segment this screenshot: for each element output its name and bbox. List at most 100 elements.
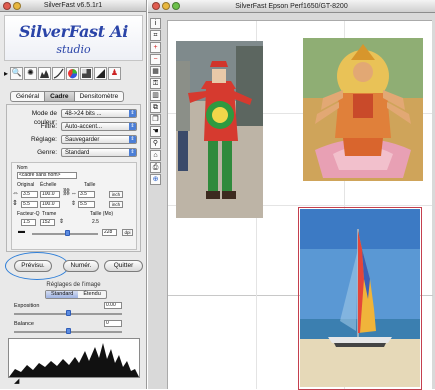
quit-button[interactable]: Quitter [104,260,143,272]
exposition-field[interactable]: 0.00 [104,302,122,309]
height-echelle-field[interactable]: 100.0 [40,201,60,208]
filtre-label: Filtre: [40,123,57,130]
height-arrow2-icon: ⇕ [71,201,77,207]
facteur-label: Facteur-Q [17,211,40,217]
print-icon[interactable]: ⎙ [150,162,161,173]
copy-icon[interactable]: ❐ [150,114,161,125]
mode-segmented-control: Standard Étendu [45,290,107,299]
minimize-window-button[interactable] [13,2,21,10]
resolution-icon: ▬ [18,228,25,235]
genre-label: Genre: [37,149,57,156]
tab-general[interactable]: Général [11,92,46,101]
exposition-slider-knob[interactable] [66,310,71,316]
exposition-label: Exposition [14,303,40,309]
zoom-icon[interactable]: ⊕ [150,174,161,185]
lock-icon[interactable]: ⚿ [150,78,161,89]
popup-arrow-icon: ⇕ [129,123,136,130]
palette-arrow-icon[interactable]: ▸ [4,69,9,78]
width-taille-field[interactable]: 3.5 [78,191,95,198]
chain-icon[interactable]: ⛓ [62,189,71,196]
magnifier-icon[interactable]: 🔍 [10,66,23,80]
close-window-button[interactable] [152,2,160,10]
height-taille-field[interactable]: 5.5 [78,201,95,208]
frame-icon[interactable]: ⧉ [150,102,161,113]
original-label: Original [17,182,35,188]
histogram-icon[interactable] [38,66,51,80]
height-original-field[interactable]: 5.5 [21,201,38,208]
popup-arrow-icon: ⇕ [129,136,136,143]
pipette-icon[interactable]: ⚲ [150,138,161,149]
preview-window: SilverFast Epson Perf1650/GT-8200 i ⌗ + … [148,0,435,390]
color-wheel-icon[interactable] [66,66,79,80]
seg-standard[interactable]: Standard [46,291,79,298]
grid-icon[interactable]: ▥ [150,90,161,101]
preview-button[interactable]: Prévisu. [14,260,52,272]
trame-field[interactable]: 152 [40,219,55,226]
preview-window-titlebar: SilverFast Epson Perf1650/GT-8200 [148,0,435,13]
minimize-window-button[interactable] [162,2,170,10]
width-unit-button[interactable]: inch [109,191,123,198]
resolution-slider-knob[interactable] [65,230,70,236]
preview-window-title: SilverFast Epson Perf1650/GT-8200 [235,3,348,10]
scan-preview-area[interactable] [167,20,433,390]
logo-sub-text: studio [56,43,91,56]
taille-label: Taille [84,182,96,188]
width-echelle-field[interactable]: 100.0 [40,191,60,198]
resolution-field[interactable]: 228 [102,229,117,236]
silverfast-logo: SilverFast Ai studio [4,15,143,61]
height-unit-button[interactable]: inch [109,201,123,208]
crop-icon[interactable]: ⌗ [150,30,161,41]
hsl-icon[interactable] [80,66,93,80]
hand-icon[interactable]: ☚ [150,126,161,137]
genre-value: Standard [65,150,90,156]
sharpen-icon[interactable] [94,66,107,80]
minus-icon[interactable]: − [150,54,161,65]
reglages-title: Réglages de l'image [46,282,101,288]
info-icon[interactable]: i [150,18,161,29]
filtre-popup[interactable]: Auto-accent... ⇕ [61,122,137,131]
histogram-display [8,338,140,378]
person-icon[interactable]: ♟ [108,66,121,80]
reglage-value: Sauvegarder [65,137,100,143]
resolution-unit-button[interactable]: dpi [122,229,133,236]
photo-deity-painting[interactable] [303,38,423,181]
facteur-field[interactable]: 1.5 [21,219,36,226]
mode-popup[interactable]: 48->24 bits ... ⇕ [61,109,137,118]
tray-icon[interactable]: ⌂ [150,150,161,161]
photo-catamaran[interactable] [300,209,420,387]
left-window-title: SilverFast v6.5.1r1 [43,2,103,9]
tab-densitometre[interactable]: Densitomètre [75,92,124,101]
nom-label: Nom [17,165,28,171]
zoom-window-button[interactable] [172,2,180,10]
left-window-titlebar: SilverFast v6.5.1r1 [0,0,146,12]
balance-slider-knob[interactable] [66,328,71,334]
close-window-button[interactable] [3,2,11,10]
width-arrow2-icon: ⇔ [71,191,77,197]
plus-icon[interactable]: + [150,42,161,53]
taille-mo-value: 2.5 [92,219,99,225]
vertical-toolbar: i ⌗ + − ▦ ⚿ ▥ ⧉ ❐ ☚ ⚲ ⌂ ⎙ ⊕ [150,18,163,186]
balance-field[interactable]: 0 [104,320,122,327]
nom-field[interactable]: <cadre sans nom> [17,172,77,179]
popup-arrow-icon: ⇕ [129,149,136,156]
popup-arrow-icon: ⇕ [129,110,136,117]
logo-main-text: SilverFast Ai [18,22,129,41]
descreen-icon[interactable]: ▦ [150,66,161,77]
gradation-icon[interactable] [52,66,65,80]
height-arrow-icon: ⇕ [12,200,18,207]
reglage-popup[interactable]: Sauvegarder ⇕ [61,135,137,144]
mode-value: 48->24 bits ... [65,111,102,117]
gear-icon[interactable]: ✺ [24,66,37,80]
tab-cadre[interactable]: Cadre [45,92,75,101]
corner-icon: ◢ [14,378,20,385]
silverfast-control-window: SilverFast v6.5.1r1 SilverFast Ai studio… [0,0,147,389]
genre-popup[interactable]: Standard ⇕ [61,148,137,157]
trame-stepper-icon[interactable]: ⇕ [59,219,64,225]
seg-etendu[interactable]: Étendu [78,291,105,298]
scan-button[interactable]: Numér. [63,260,99,272]
photo-costume-person[interactable] [176,41,263,218]
tool-palette: ▸ 🔍 ✺ ♟ [4,64,143,82]
width-original-field[interactable]: 3.5 [21,191,38,198]
echelle-label: Échelle [40,182,57,188]
mode-label: Mode de couleur: [31,110,57,126]
